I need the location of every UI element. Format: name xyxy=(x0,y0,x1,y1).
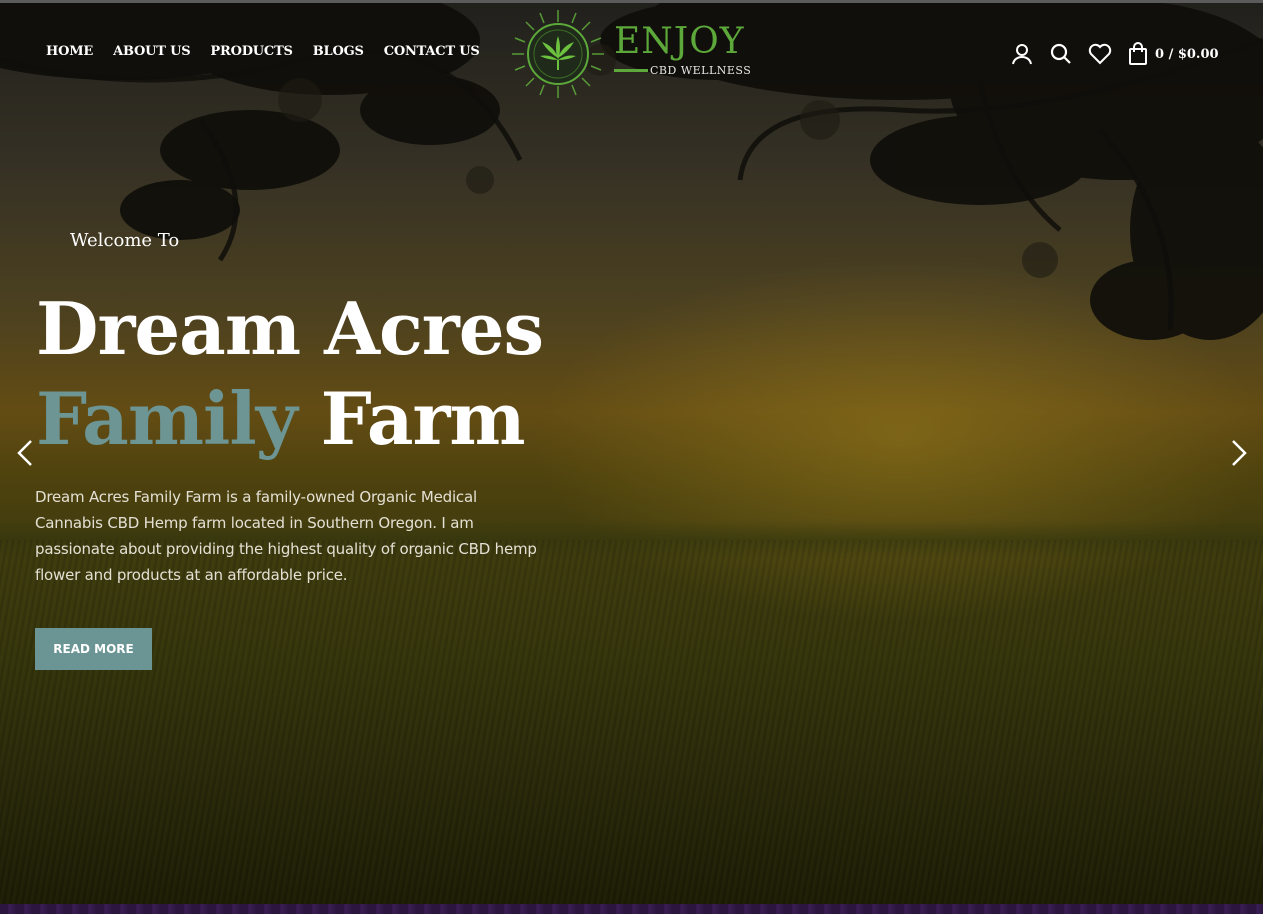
hero-title-rest: Farm xyxy=(320,376,526,461)
hero-title-accent: Family xyxy=(36,376,298,461)
read-more-button[interactable]: READ MORE xyxy=(35,628,152,670)
user-icon[interactable] xyxy=(1010,42,1034,66)
search-icon[interactable] xyxy=(1049,42,1073,66)
hero-title: Dream Acres Family Farm xyxy=(36,284,544,464)
top-border xyxy=(0,0,1263,3)
main-nav: HOME ABOUT US PRODUCTS BLOGS CONTACT US xyxy=(46,44,480,59)
logo-divider xyxy=(614,69,648,72)
logo-tagline: CBD WELLNESS xyxy=(650,64,752,77)
nav-blogs[interactable]: BLOGS xyxy=(313,44,364,59)
nav-contact-us[interactable]: CONTACT US xyxy=(384,44,480,59)
logo-wordmark: ENJOY xyxy=(614,21,745,62)
nav-home[interactable]: HOME xyxy=(46,44,93,59)
footer-pattern-strip xyxy=(0,904,1263,914)
slider-next-button[interactable] xyxy=(1224,438,1254,468)
heart-icon[interactable] xyxy=(1088,42,1112,66)
chevron-left-icon xyxy=(17,440,32,466)
cart-button[interactable]: 0 / $0.00 xyxy=(1127,42,1219,66)
shopping-bag-icon xyxy=(1129,42,1147,65)
hero-description: Dream Acres Family Farm is a family-owne… xyxy=(35,488,537,584)
header-actions: 0 / $0.00 xyxy=(1010,40,1219,68)
chevron-right-icon xyxy=(1232,440,1247,466)
nav-about-us[interactable]: ABOUT US xyxy=(113,44,191,59)
hero-title-line1: Dream Acres xyxy=(36,286,544,371)
site-logo[interactable]: ENJOY CBD WELLNESS xyxy=(510,8,760,98)
nav-products[interactable]: PRODUCTS xyxy=(210,44,293,59)
slider-prev-button[interactable] xyxy=(10,438,40,468)
cart-total: 0 / $0.00 xyxy=(1155,46,1219,62)
cannabis-leaf-emblem-icon xyxy=(512,10,604,98)
hero-welcome: Welcome To xyxy=(70,230,180,251)
